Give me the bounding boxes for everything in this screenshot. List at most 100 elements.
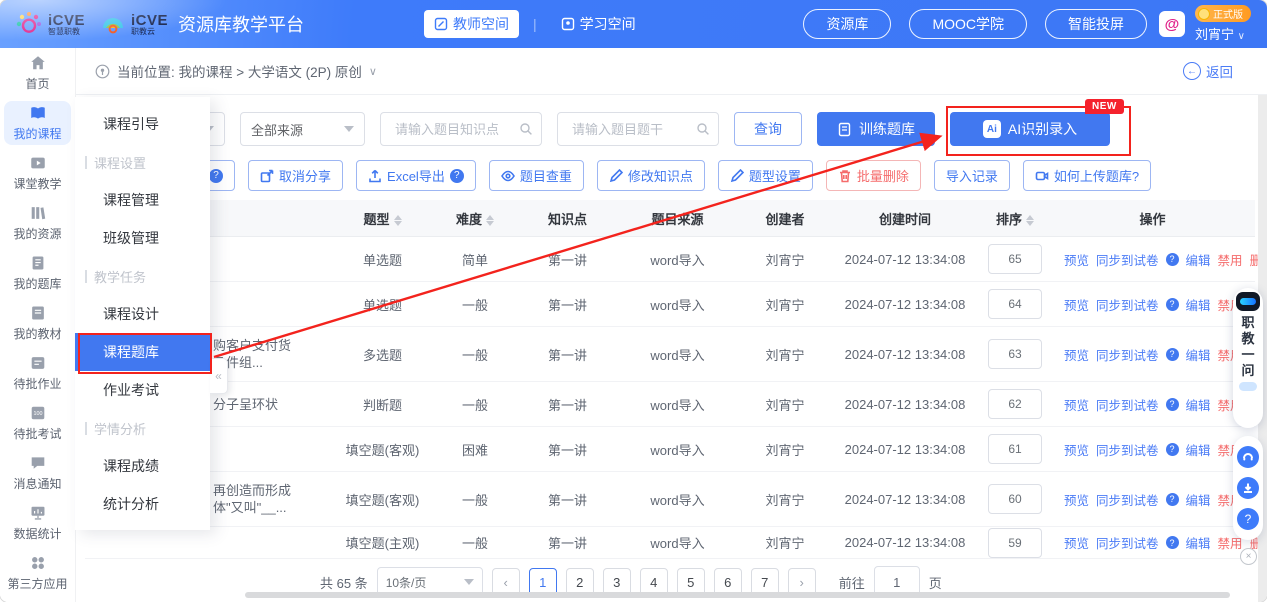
dup-check-button[interactable]: 题目查重: [488, 160, 584, 191]
menu-item-statistical-analysis[interactable]: 统计分析: [75, 485, 210, 523]
app-logo-icon[interactable]: @: [1159, 11, 1185, 37]
cancel-share-button[interactable]: 取消分享: [248, 160, 344, 191]
sidebar-item-third-party-apps[interactable]: 第三方应用: [0, 548, 75, 598]
user-menu[interactable]: 正式版 刘宵宁 ∨: [1195, 5, 1251, 43]
help-icon[interactable]: ?: [449, 168, 464, 183]
sort-icon[interactable]: [393, 214, 402, 226]
stem-search[interactable]: [557, 112, 719, 146]
sync-link[interactable]: 同步到试卷: [1096, 533, 1159, 552]
order-input[interactable]: [988, 244, 1042, 274]
sort-icon[interactable]: [486, 214, 494, 226]
stem-input[interactable]: [570, 120, 684, 138]
col-order[interactable]: 排序: [980, 209, 1050, 228]
help-icon[interactable]: ?: [1165, 492, 1179, 506]
help-icon[interactable]: ?: [1165, 442, 1179, 456]
order-input[interactable]: [988, 484, 1042, 514]
order-input[interactable]: [988, 434, 1042, 464]
menu-item-course-management[interactable]: 课程管理: [75, 181, 210, 219]
source: word导入: [650, 536, 705, 551]
open-book-icon: [30, 107, 45, 119]
teacher-space-tab[interactable]: 教师空间: [424, 10, 520, 38]
train-bank-button[interactable]: 训练题库: [817, 112, 935, 146]
sort-icon[interactable]: [1026, 214, 1034, 226]
sidebar-item-classroom[interactable]: 课堂教学: [0, 148, 75, 198]
knowledge-point-search[interactable]: [380, 112, 542, 146]
how-to-upload-button[interactable]: 如何上传题库?: [1022, 160, 1152, 191]
search-button[interactable]: 查询: [734, 112, 802, 146]
assistant-widget[interactable]: 职教一问: [1233, 288, 1263, 428]
sidebar-item-notifications[interactable]: 消息通知: [0, 448, 75, 498]
created-time: 2024-07-12 13:34:08: [844, 296, 966, 312]
edit-link[interactable]: 编辑: [1186, 295, 1211, 314]
close-icon[interactable]: ×: [1240, 548, 1257, 565]
horizontal-scrollbar[interactable]: [245, 592, 1230, 598]
edit-link[interactable]: 编辑: [1186, 345, 1211, 364]
sync-link[interactable]: 同步到试卷: [1096, 440, 1159, 459]
order-input[interactable]: [988, 339, 1042, 369]
preview-link[interactable]: 预览: [1064, 490, 1089, 509]
edit-link[interactable]: 编辑: [1186, 440, 1211, 459]
menu-item-class-management[interactable]: 班级管理: [75, 219, 210, 257]
edit-knowledge-button[interactable]: 修改知识点: [596, 160, 705, 191]
help-icon[interactable]: ?: [1165, 297, 1179, 311]
edit-link[interactable]: 编辑: [1186, 490, 1211, 509]
menu-item-course-question-bank[interactable]: 课程题库: [75, 333, 210, 371]
edit-link[interactable]: 编辑: [1186, 395, 1211, 414]
edit-link[interactable]: 编辑: [1186, 533, 1211, 552]
sidebar-item-my-courses[interactable]: 我的课程: [0, 98, 75, 148]
sync-link[interactable]: 同步到试卷: [1096, 490, 1159, 509]
preview-link[interactable]: 预览: [1064, 395, 1089, 414]
table-row: 购客户支付货 条件组... 多选题 一般 第一讲 word导入 刘宵宁 2024…: [85, 327, 1267, 382]
ai-import-button[interactable]: Ai AI识别录入: [950, 112, 1110, 146]
help-icon[interactable]: ?: [1165, 397, 1179, 411]
preview-link[interactable]: 预览: [1064, 295, 1089, 314]
help-icon[interactable]: ?: [1165, 347, 1179, 361]
help-icon[interactable]: ?: [1165, 252, 1179, 266]
menu-item-course-design[interactable]: 课程设计: [75, 295, 210, 333]
order-input[interactable]: [988, 289, 1042, 319]
menu-item-course-guide[interactable]: 课程引导: [75, 105, 210, 143]
resource-library-button[interactable]: 资源库: [803, 9, 892, 39]
sidebar-item-pending-exams[interactable]: 100 待批考试: [0, 398, 75, 448]
sidebar-item-pending-homework[interactable]: 待批作业: [0, 348, 75, 398]
menu-item-course-grades[interactable]: 课程成绩: [75, 447, 210, 485]
sidebar-item-statistics[interactable]: 数据统计: [0, 498, 75, 548]
download-button[interactable]: [1237, 477, 1259, 499]
type-setting-button[interactable]: 题型设置: [717, 160, 813, 191]
smart-casting-button[interactable]: 智能投屏: [1045, 9, 1147, 39]
back-button[interactable]: ← 返回: [1183, 61, 1233, 81]
sync-link[interactable]: 同步到试卷: [1096, 295, 1159, 314]
sidebar-item-home[interactable]: 首页: [0, 48, 75, 98]
source-dropdown[interactable]: 全部来源: [240, 112, 365, 146]
preview-link[interactable]: 预览: [1064, 345, 1089, 364]
edit-knowledge-label: 修改知识点: [627, 169, 693, 184]
sync-link[interactable]: 同步到试卷: [1096, 395, 1159, 414]
chevron-down-icon[interactable]: ∨: [369, 65, 377, 78]
preview-link[interactable]: 预览: [1064, 440, 1089, 459]
sync-link[interactable]: 同步到试卷: [1096, 250, 1159, 269]
disable-link[interactable]: 禁用: [1218, 250, 1243, 269]
excel-export-button[interactable]: Excel导出?: [356, 160, 476, 191]
sidebar-item-my-resources[interactable]: 我的资源: [0, 198, 75, 248]
order-input[interactable]: [988, 389, 1042, 419]
sync-link[interactable]: 同步到试卷: [1096, 345, 1159, 364]
mooc-academy-button[interactable]: MOOC学院: [909, 9, 1027, 39]
col-difficulty[interactable]: 难度: [430, 209, 520, 228]
sidebar-item-my-textbooks[interactable]: 我的教材: [0, 298, 75, 348]
batch-delete-button[interactable]: 批量删除: [825, 160, 921, 191]
import-log-button[interactable]: 导入记录: [933, 160, 1010, 191]
help-icon[interactable]: ?: [1165, 536, 1179, 549]
help-icon[interactable]: ?: [209, 168, 224, 183]
edit-link[interactable]: 编辑: [1186, 250, 1211, 269]
order-input[interactable]: [988, 527, 1042, 558]
panel-collapse-handle[interactable]: «: [210, 358, 228, 394]
preview-link[interactable]: 预览: [1064, 250, 1089, 269]
help-button[interactable]: ?: [1237, 508, 1259, 530]
sidebar-item-my-question-bank[interactable]: 我的题库: [0, 248, 75, 298]
student-space-tab[interactable]: 学习空间: [551, 10, 646, 38]
preview-link[interactable]: 预览: [1064, 533, 1089, 552]
knowledge-point-input[interactable]: [393, 120, 507, 138]
col-type[interactable]: 题型: [335, 209, 430, 228]
customer-service-button[interactable]: [1237, 446, 1259, 468]
menu-item-homework-exam[interactable]: 作业考试: [75, 371, 210, 409]
